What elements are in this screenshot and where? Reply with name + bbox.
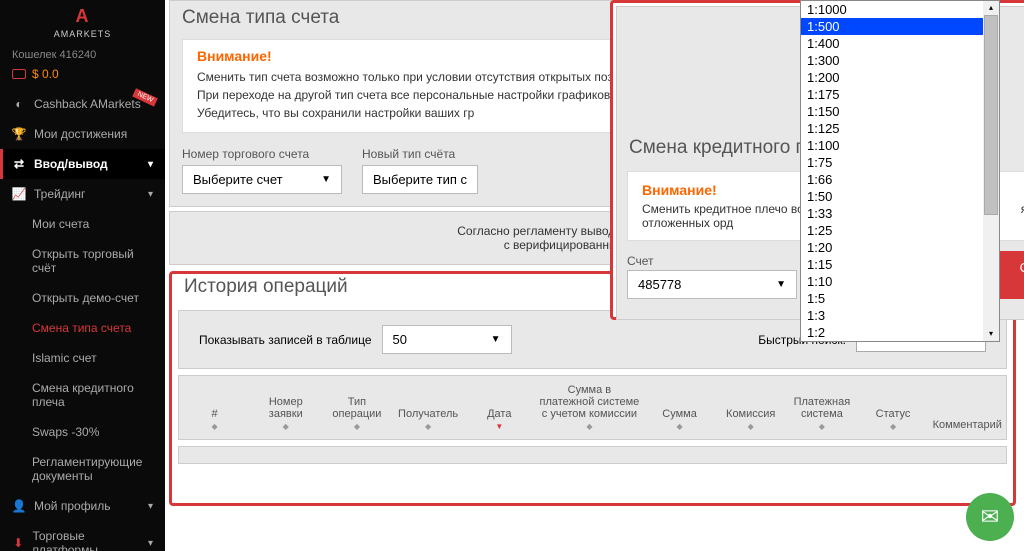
download-icon: ⬇ [12, 536, 24, 550]
nav-cashback-label: Cashback AMarkets [34, 97, 141, 111]
leverage-option[interactable]: 1:1000 [801, 1, 999, 18]
wallet-icon [12, 69, 26, 79]
nav-io-label: Ввод/вывод [34, 157, 108, 171]
account-select[interactable]: Выберите счет ▼ [182, 165, 342, 194]
chart-icon: 📈 [12, 187, 26, 201]
chevron-down-icon: ▾ [148, 159, 153, 170]
history-header: #◆ Номер заявки◆ Тип операции◆ Получател… [178, 375, 1007, 440]
pagesize-value: 50 [393, 332, 407, 347]
nav-achievements-label: Мои достижения [34, 127, 127, 141]
leverage-option[interactable]: 1:66 [801, 171, 999, 188]
nav-cashback[interactable]: ◐ Cashback AMarkets NEW [0, 89, 165, 119]
wallet-id: Кошелек 416240 [0, 47, 165, 63]
col-type[interactable]: Тип операции◆ [321, 376, 392, 439]
leverage-option[interactable]: 1:10 [801, 273, 999, 290]
new-type-label: Новый тип счёта [362, 147, 478, 161]
logo: A [0, 0, 165, 29]
leverage-account-value: 485778 [638, 277, 681, 292]
trophy-icon: 🏆 [12, 127, 26, 141]
caret-icon: ▼ [321, 174, 331, 185]
leverage-option[interactable]: 1:100 [801, 137, 999, 154]
leverage-account-select[interactable]: 485778 ▼ [627, 270, 797, 299]
chat-icon: ✉ [981, 504, 999, 530]
scroll-thumb[interactable] [984, 15, 998, 215]
pagesize-label: Показывать записей в таблице [199, 333, 372, 347]
main-content: Смена типа счета Внимание! Сменить тип с… [165, 0, 1024, 551]
col-hash[interactable]: #◆ [179, 376, 250, 439]
nav-platforms[interactable]: ⬇ Торговые платформы ▾ [0, 521, 165, 551]
leverage-option[interactable]: 1:150 [801, 103, 999, 120]
leverage-option[interactable]: 1:20 [801, 239, 999, 256]
nav-leverage[interactable]: Смена кредитного плеча [0, 373, 165, 417]
wallet-balance[interactable]: $ 0.0 [0, 63, 165, 89]
leverage-option[interactable]: 1:125 [801, 120, 999, 137]
nav-myaccounts[interactable]: Мои счета [0, 209, 165, 239]
caret-icon: ▼ [491, 334, 501, 345]
leverage-option[interactable]: 1:50 [801, 188, 999, 205]
leverage-option[interactable]: 1:175 [801, 86, 999, 103]
leverage-account-label: Счет [627, 254, 797, 268]
col-status[interactable]: Статус◆ [857, 376, 928, 439]
scroll-up-icon[interactable]: ▴ [984, 1, 998, 15]
account-number-label: Номер торгового счета [182, 147, 342, 161]
leverage-option[interactable]: 1:3 [801, 307, 999, 324]
logo-subtitle: AMARKETS [0, 29, 165, 39]
leverage-option[interactable]: 1:15 [801, 256, 999, 273]
leverage-option[interactable]: 1:33 [801, 205, 999, 222]
leverage-option[interactable]: 1:200 [801, 69, 999, 86]
nav-io[interactable]: ⇄ Ввод/вывод ▾ [0, 149, 165, 179]
transfer-icon: ⇄ [12, 157, 26, 171]
type-select-value: Выберите тип с [373, 172, 467, 187]
nav-platforms-label: Торговые платформы [32, 529, 140, 551]
col-date[interactable]: Дата▼ [464, 376, 535, 439]
col-commission[interactable]: Комиссия◆ [715, 376, 786, 439]
col-order[interactable]: Номер заявки◆ [250, 376, 321, 439]
nav-trading-label: Трейдинг [34, 187, 85, 201]
nav-profile[interactable]: 👤 Мой профиль ▾ [0, 491, 165, 521]
scrollbar[interactable]: ▴ ▾ [983, 1, 999, 341]
scroll-down-icon[interactable]: ▾ [984, 327, 998, 341]
leverage-option[interactable]: 1:400 [801, 35, 999, 52]
chat-button[interactable]: ✉ [966, 493, 1014, 541]
col-amount-ps[interactable]: Сумма в платежной системе с учетом комис… [535, 376, 644, 439]
nav-achievements[interactable]: 🏆 Мои достижения [0, 119, 165, 149]
leverage-option[interactable]: 1:75 [801, 154, 999, 171]
chevron-down-icon: ▾ [148, 189, 153, 200]
history-body [178, 446, 1007, 464]
chevron-down-icon: ▾ [148, 501, 153, 512]
caret-icon: ▼ [776, 279, 786, 290]
nav-open-account[interactable]: Открыть торговый счёт [0, 239, 165, 283]
sidebar: A AMARKETS Кошелек 416240 $ 0.0 ◐ Cashba… [0, 0, 165, 551]
balance-value: $ 0.0 [32, 67, 59, 81]
nav-docs[interactable]: Регламентирующие документы [0, 447, 165, 491]
leverage-option[interactable]: 1:25 [801, 222, 999, 239]
nav-change-type[interactable]: Смена типа счета [0, 313, 165, 343]
nav-open-demo[interactable]: Открыть демо-счет [0, 283, 165, 313]
person-icon: 👤 [12, 499, 26, 513]
leverage-option[interactable]: 1:500 [801, 18, 999, 35]
cashback-icon: ◐ [12, 97, 26, 111]
nav-trading[interactable]: 📈 Трейдинг ▾ [0, 179, 165, 209]
col-comment[interactable]: Комментарий [929, 376, 1006, 439]
chevron-down-icon: ▾ [148, 538, 153, 549]
leverage-option[interactable]: 1:300 [801, 52, 999, 69]
pagesize-select[interactable]: 50 ▼ [382, 325, 512, 354]
leverage-dropdown-list[interactable]: 1:10001:5001:4001:3001:2001:1751:1501:12… [800, 0, 1000, 342]
col-recipient[interactable]: Получатель◆ [393, 376, 464, 439]
nav-islamic[interactable]: Islamic счет [0, 343, 165, 373]
leverage-option[interactable]: 1:5 [801, 290, 999, 307]
account-select-value: Выберите счет [193, 172, 283, 187]
leverage-option[interactable]: 1:2 [801, 324, 999, 341]
nav-swaps[interactable]: Swaps -30% [0, 417, 165, 447]
col-amount[interactable]: Сумма◆ [644, 376, 715, 439]
type-select[interactable]: Выберите тип с [362, 165, 478, 194]
col-paysystem[interactable]: Платежная система◆ [786, 376, 857, 439]
nav-profile-label: Мой профиль [34, 499, 111, 513]
